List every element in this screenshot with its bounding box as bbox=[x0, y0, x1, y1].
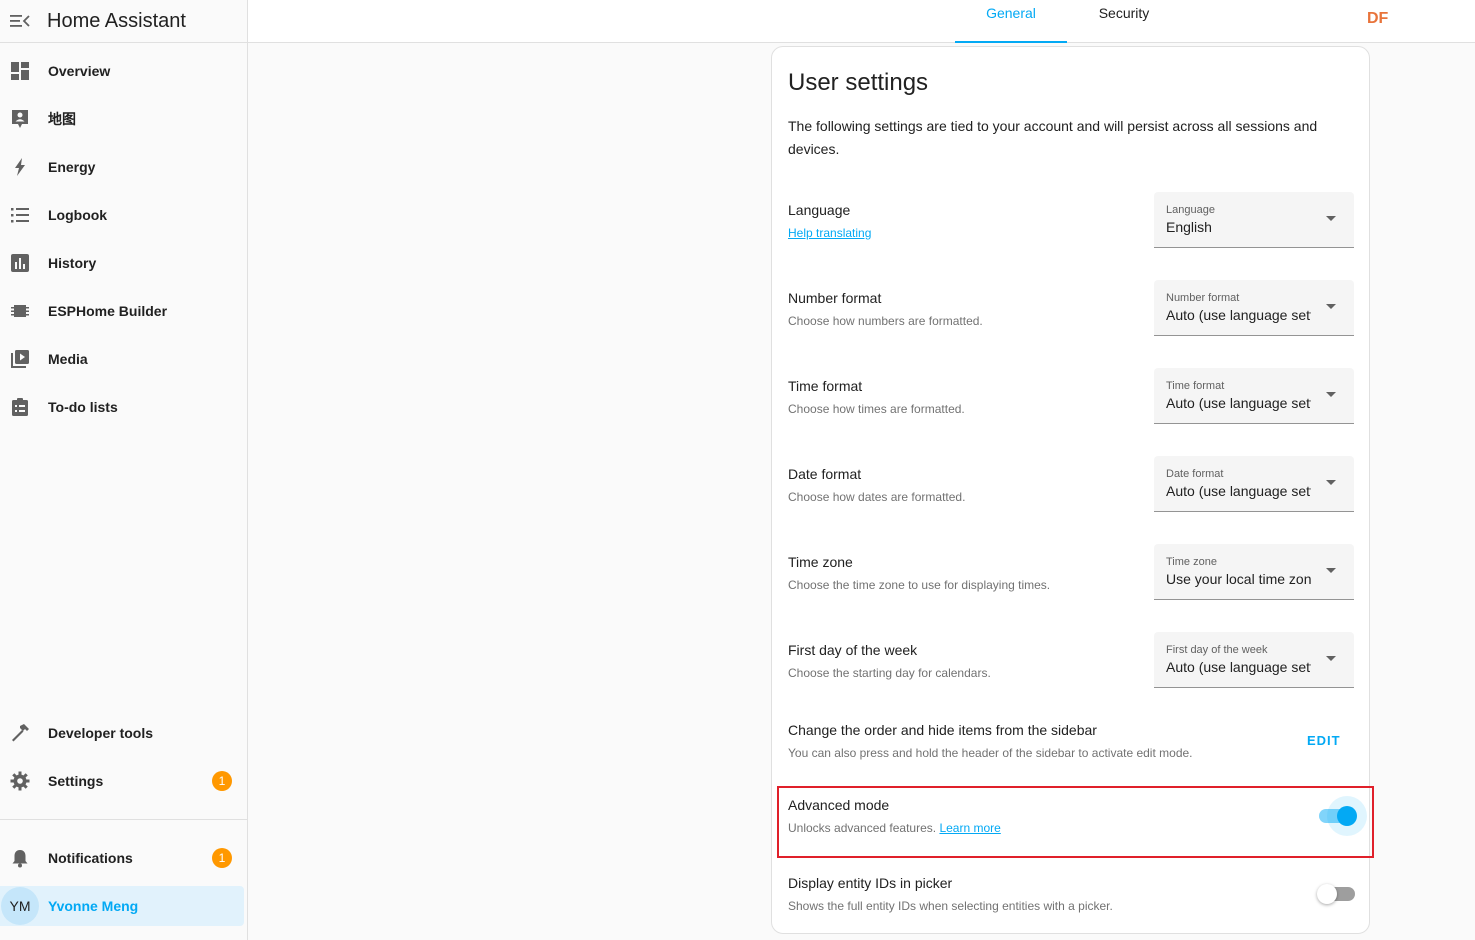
select-value: English bbox=[1166, 219, 1212, 235]
sidebar-item-label: Notifications bbox=[48, 850, 133, 866]
language-title: Language bbox=[788, 202, 851, 218]
time-format-title: Time format bbox=[788, 378, 863, 394]
select-label: Date format bbox=[1166, 468, 1224, 480]
sidebar-item-overview[interactable]: Overview bbox=[0, 51, 248, 91]
bell-icon bbox=[0, 838, 40, 878]
sidebar-item-label: Overview bbox=[48, 63, 111, 79]
select-value: Auto (use language setting) bbox=[1166, 659, 1311, 675]
sidebar-order-title: Change the order and hide items from the… bbox=[788, 722, 1097, 738]
time-format-select[interactable]: Time format Auto (use language setting) bbox=[1154, 368, 1354, 424]
play-box-multiple-icon bbox=[0, 339, 40, 379]
sidebar-item-label: 地图 bbox=[48, 111, 76, 127]
sidebar-item-map[interactable]: 地图 bbox=[0, 99, 248, 139]
sidebar-item-profile[interactable]: YM Yvonne Meng bbox=[0, 886, 244, 926]
sidebar-item-esphome-builder[interactable]: ESPHome Builder bbox=[0, 291, 248, 331]
date-format-select[interactable]: Date format Auto (use language setting) bbox=[1154, 456, 1354, 512]
first-day-subtitle: Choose the starting day for calendars. bbox=[788, 666, 991, 680]
date-format-subtitle: Choose how dates are formatted. bbox=[788, 490, 966, 504]
sidebar-header: Home Assistant bbox=[0, 0, 247, 43]
notifications-badge: 1 bbox=[212, 848, 232, 868]
language-select[interactable]: Language English bbox=[1154, 192, 1354, 248]
language-subtitle: Help translating bbox=[788, 226, 871, 240]
dropdown-arrow-icon bbox=[1326, 304, 1336, 309]
lightning-bolt-icon bbox=[0, 147, 40, 187]
number-format-subtitle: Choose how numbers are formatted. bbox=[788, 314, 983, 328]
dropdown-arrow-icon bbox=[1326, 480, 1336, 485]
sidebar: Home Assistant Overview 地图 Energy Logboo… bbox=[0, 0, 248, 940]
entity-ids-title: Display entity IDs in picker bbox=[788, 875, 953, 891]
sidebar-item-logbook[interactable]: Logbook bbox=[0, 195, 248, 235]
help-translating-link[interactable]: Help translating bbox=[788, 226, 871, 240]
sidebar-item-label: Media bbox=[48, 351, 88, 367]
tab-general[interactable]: General bbox=[955, 0, 1067, 43]
sidebar-item-label: Developer tools bbox=[48, 725, 154, 741]
chip-icon bbox=[0, 291, 40, 331]
sidebar-item-media[interactable]: Media bbox=[0, 339, 248, 379]
settings-badge: 1 bbox=[212, 771, 232, 791]
select-value: Auto (use language setting) bbox=[1166, 395, 1311, 411]
number-format-select[interactable]: Number format Auto (use language setting… bbox=[1154, 280, 1354, 336]
select-label: Number format bbox=[1166, 292, 1240, 304]
sidebar-item-label: To-do lists bbox=[48, 399, 118, 415]
select-value: Auto (use language setting) bbox=[1166, 483, 1311, 499]
first-day-title: First day of the week bbox=[788, 642, 918, 658]
sidebar-item-label: ESPHome Builder bbox=[48, 303, 168, 319]
sidebar-item-notifications[interactable]: Notifications 1 bbox=[0, 838, 248, 878]
avatar: YM bbox=[1, 887, 39, 925]
sidebar-item-history[interactable]: History bbox=[0, 243, 248, 283]
top-bar: General Security bbox=[248, 0, 1475, 43]
select-label: First day of the week bbox=[1166, 644, 1268, 656]
app-title: Home Assistant bbox=[47, 9, 186, 32]
dropdown-arrow-icon bbox=[1326, 568, 1336, 573]
sidebar-item-label: Settings bbox=[48, 773, 104, 789]
sidebar-item-settings[interactable]: Settings 1 bbox=[0, 761, 248, 801]
highlight-box bbox=[777, 786, 1374, 858]
sidebar-item-label: Logbook bbox=[48, 207, 108, 223]
dropdown-arrow-icon bbox=[1326, 656, 1336, 661]
entity-ids-subtitle: Shows the full entity IDs when selecting… bbox=[788, 899, 1113, 913]
first-day-select[interactable]: First day of the week Auto (use language… bbox=[1154, 632, 1354, 688]
sidebar-item-energy[interactable]: Energy bbox=[0, 147, 248, 187]
tab-security[interactable]: Security bbox=[1067, 0, 1181, 43]
clipboard-list-icon bbox=[0, 387, 40, 427]
date-format-title: Date format bbox=[788, 466, 862, 482]
dropdown-arrow-icon bbox=[1326, 216, 1336, 221]
entity-ids-toggle[interactable] bbox=[1317, 884, 1355, 904]
edit-sidebar-button[interactable]: EDIT bbox=[1307, 733, 1341, 748]
sidebar-item-todo-lists[interactable]: To-do lists bbox=[0, 387, 248, 427]
card-description: The following settings are tied to your … bbox=[788, 118, 1318, 157]
sidebar-order-subtitle: You can also press and hold the header o… bbox=[788, 746, 1193, 760]
time-format-subtitle: Choose how times are formatted. bbox=[788, 402, 965, 416]
select-label: Time format bbox=[1166, 380, 1225, 392]
map-account-icon bbox=[0, 99, 40, 139]
sidebar-item-label: Energy bbox=[48, 159, 96, 175]
number-format-title: Number format bbox=[788, 290, 882, 306]
toggle-knob bbox=[1317, 884, 1337, 904]
select-label: Time zone bbox=[1166, 556, 1217, 568]
menu-collapse-icon bbox=[10, 15, 30, 27]
sidebar-divider bbox=[0, 819, 248, 820]
sidebar-item-label: History bbox=[48, 255, 97, 271]
list-icon bbox=[0, 195, 40, 235]
user-name: Yvonne Meng bbox=[48, 898, 139, 914]
time-zone-title: Time zone bbox=[788, 554, 853, 570]
chart-box-icon bbox=[0, 243, 40, 283]
dropdown-arrow-icon bbox=[1326, 392, 1336, 397]
gear-icon bbox=[0, 761, 40, 801]
brand-logo: DF bbox=[1367, 10, 1389, 27]
card-title: User settings bbox=[788, 69, 929, 96]
dashboard-icon bbox=[0, 51, 40, 91]
menu-toggle-button[interactable] bbox=[0, 6, 40, 36]
sidebar-item-developer-tools[interactable]: Developer tools bbox=[0, 713, 248, 753]
time-zone-subtitle: Choose the time zone to use for displayi… bbox=[788, 578, 1051, 592]
select-value: Use your local time zone bbox=[1166, 571, 1311, 587]
select-label: Language bbox=[1166, 204, 1215, 216]
hammer-icon bbox=[0, 713, 40, 753]
time-zone-select[interactable]: Time zone Use your local time zone bbox=[1154, 544, 1354, 600]
select-value: Auto (use language setting) bbox=[1166, 307, 1311, 323]
